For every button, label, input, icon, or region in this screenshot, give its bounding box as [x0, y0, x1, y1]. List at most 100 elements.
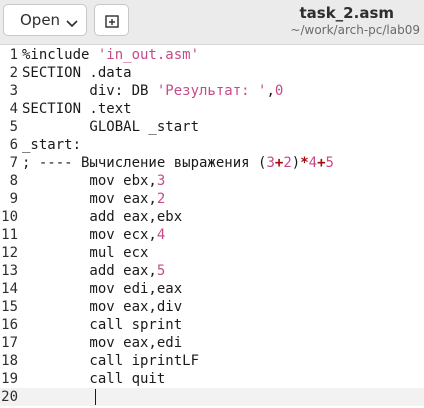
code-line[interactable]: 12 mul ecx [0, 244, 424, 262]
line-number: 9 [9, 191, 18, 207]
num-token: 2 [283, 155, 292, 171]
code-token: ; ---- Вычисление выражения ( [22, 155, 267, 171]
code-token: mov ebx, [22, 173, 157, 189]
line-number: 8 [9, 173, 18, 189]
code-line[interactable]: 7; ---- Вычисление выражения (3+2)*4+5 [0, 154, 424, 172]
window-title: task_2.asm [299, 4, 394, 22]
num-token: 3 [156, 173, 166, 189]
code-text: mul ecx [22, 244, 148, 262]
line-number: 10 [1, 209, 18, 225]
code-line[interactable]: 11 mov ecx,4 [0, 226, 424, 244]
line-number: 15 [1, 299, 18, 315]
code-token: add eax,ebx [22, 209, 183, 225]
open-button-label: Open [20, 11, 61, 29]
code-line[interactable]: 13 add eax,5 [0, 262, 424, 280]
code-text: mov eax,2 [22, 190, 165, 208]
op-token: * [300, 155, 309, 171]
code-line[interactable]: 1 %include 'in_out.asm' [0, 46, 424, 64]
code-token: mov eax,div [22, 299, 183, 315]
line-number: 7 [9, 155, 18, 171]
num-token: 4 [156, 227, 166, 243]
code-line[interactable]: 16 call sprint [0, 316, 424, 334]
line-number: 14 [1, 281, 18, 297]
line-number: 16 [1, 317, 18, 333]
text-cursor [95, 389, 96, 405]
file-path: ~/work/arch-pc/lab09 [290, 23, 420, 37]
code-text: mov eax,div [22, 298, 182, 316]
code-line[interactable]: 4 SECTION .text [0, 100, 424, 118]
line-number: 3 [9, 83, 18, 99]
code-text: mov eax,edi [22, 334, 182, 352]
code-line[interactable]: 3 div: DB 'Результат: ',0 [0, 82, 424, 100]
code-text: SECTION .data [22, 64, 132, 82]
code-text: add eax,5 [22, 262, 165, 280]
code-token: , [266, 83, 275, 99]
num-token: 2 [156, 191, 166, 207]
open-button[interactable]: Open [3, 4, 87, 36]
line-number: 20 [1, 389, 18, 405]
code-token: div: DB [22, 83, 157, 99]
line-number: 12 [1, 245, 18, 261]
code-text: call sprint [22, 316, 182, 334]
code-token: mov eax, [22, 191, 157, 207]
code-text: div: DB 'Результат: ',0 [22, 82, 283, 100]
code-line[interactable]: 20 [0, 388, 424, 406]
code-text: GLOBAL _start [22, 118, 199, 136]
code-text: call iprintLF [22, 352, 199, 370]
code-text: _start: [22, 136, 81, 154]
code-line[interactable]: 5 GLOBAL _start [0, 118, 424, 136]
code-line[interactable]: 6 _start: [0, 136, 424, 154]
line-number: 18 [1, 353, 18, 369]
code-text: mov edi,eax [22, 280, 182, 298]
code-text: SECTION .text [22, 100, 132, 118]
chevron-down-icon [66, 14, 78, 32]
str-token: 'Результат: ' [156, 83, 267, 99]
new-tab-button[interactable] [94, 4, 129, 36]
line-number: 1 [9, 47, 18, 63]
line-number: 4 [9, 101, 18, 117]
code-line[interactable]: 17 mov eax,edi [0, 334, 424, 352]
code-text: ; ---- Вычисление выражения (3+2)*4+5 [22, 154, 334, 172]
num-token: 0 [274, 83, 284, 99]
code-line[interactable]: 14 mov edi,eax [0, 280, 424, 298]
line-number: 11 [1, 227, 18, 243]
code-token: GLOBAL _start [22, 119, 200, 135]
op-token: + [317, 155, 326, 171]
code-text: call quit [22, 370, 165, 388]
line-number: 13 [1, 263, 18, 279]
code-token: mov eax,edi [22, 335, 183, 351]
code-text: add eax,ebx [22, 208, 182, 226]
code-token: call quit [22, 371, 166, 387]
code-token: call iprintLF [22, 353, 200, 369]
code-token: mul ecx [22, 245, 149, 261]
code-line[interactable]: 8 mov ebx,3 [0, 172, 424, 190]
code-token: ) [291, 155, 301, 171]
header-bar: Open task_2.asm ~/work/arch-pc/lab09 [0, 0, 424, 45]
line-number: 2 [9, 65, 18, 81]
code-token: mov edi,eax [22, 281, 183, 297]
code-token: add eax, [22, 263, 157, 279]
code-token: mov ecx, [22, 227, 157, 243]
code-token: SECTION .data [22, 65, 132, 81]
num-token: 5 [156, 263, 166, 279]
code-line[interactable]: 19 call quit [0, 370, 424, 388]
code-text: mov ecx,4 [22, 226, 165, 244]
line-number: 6 [9, 137, 18, 153]
num-token: 5 [325, 155, 334, 171]
code-line[interactable]: 2 SECTION .data [0, 64, 424, 82]
code-line[interactable]: 10 add eax,ebx [0, 208, 424, 226]
line-number: 17 [1, 335, 18, 351]
code-text: mov ebx,3 [22, 172, 165, 190]
code-line[interactable]: 18 call iprintLF [0, 352, 424, 370]
code-line[interactable]: 9 mov eax,2 [0, 190, 424, 208]
code-text: %include 'in_out.asm' [22, 46, 199, 64]
code-token: _start: [22, 137, 82, 153]
code-editor[interactable]: 1 %include 'in_out.asm' 2 SECTION .data 3 di… [0, 45, 424, 408]
code-token: call sprint [22, 317, 183, 333]
code-token: SECTION .text [22, 101, 132, 117]
code-token: %include [22, 47, 98, 63]
num-token: 3 [266, 155, 275, 171]
code-line[interactable]: 15 mov eax,div [0, 298, 424, 316]
line-number: 5 [9, 119, 18, 135]
str-token: 'in_out.asm' [97, 47, 200, 63]
